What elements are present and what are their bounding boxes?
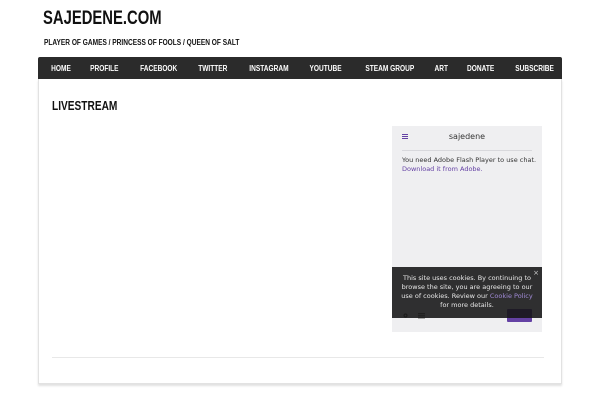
- nav-item-instagram[interactable]: INSTAGRAM: [243, 64, 294, 73]
- nav-item-donate[interactable]: DONATE: [461, 64, 500, 73]
- site-tagline: PLAYER OF GAMES / PRINCESS OF FOOLS / QU…: [44, 38, 240, 47]
- nav-item-subscribe[interactable]: SUBSCRIBE: [509, 64, 559, 73]
- page-title: LIVESTREAM: [52, 98, 118, 113]
- nav-item-youtube[interactable]: YOUTUBE: [304, 64, 348, 73]
- nav-item-facebook[interactable]: FACEBOOK: [134, 64, 183, 73]
- nav-item-home[interactable]: HOME: [45, 64, 76, 73]
- nav-item-twitter[interactable]: TWITTER: [192, 64, 233, 73]
- site-title[interactable]: SAJEDENE.COM: [43, 8, 162, 30]
- download-adobe-link[interactable]: Download it from Adobe.: [402, 165, 483, 173]
- cookie-policy-link[interactable]: Cookie Policy: [490, 292, 533, 300]
- nav-item-art[interactable]: ART: [429, 64, 454, 73]
- close-icon[interactable]: ×: [533, 270, 539, 277]
- cookie-banner: × This site uses cookies. By continuing …: [392, 267, 542, 318]
- content-divider: [52, 357, 544, 358]
- nav-item-profile[interactable]: PROFILE: [84, 64, 124, 73]
- chat-message: You need Adobe Flash Player to use chat.…: [402, 156, 540, 174]
- cookie-notice-text: This site uses cookies. By continuing to…: [400, 274, 534, 310]
- flash-required-text: You need Adobe Flash Player to use chat.: [402, 156, 537, 164]
- nav-item-steam-group[interactable]: STEAM GROUP: [359, 64, 419, 73]
- chat-channel-name: sajedene: [448, 132, 486, 141]
- chat-divider: [402, 150, 532, 151]
- chat-header: sajedene: [392, 126, 542, 148]
- main-nav: HOME PROFILE FACEBOOK TWITTER INSTAGRAM …: [38, 57, 562, 79]
- cookie-text-after: for more details.: [440, 301, 494, 309]
